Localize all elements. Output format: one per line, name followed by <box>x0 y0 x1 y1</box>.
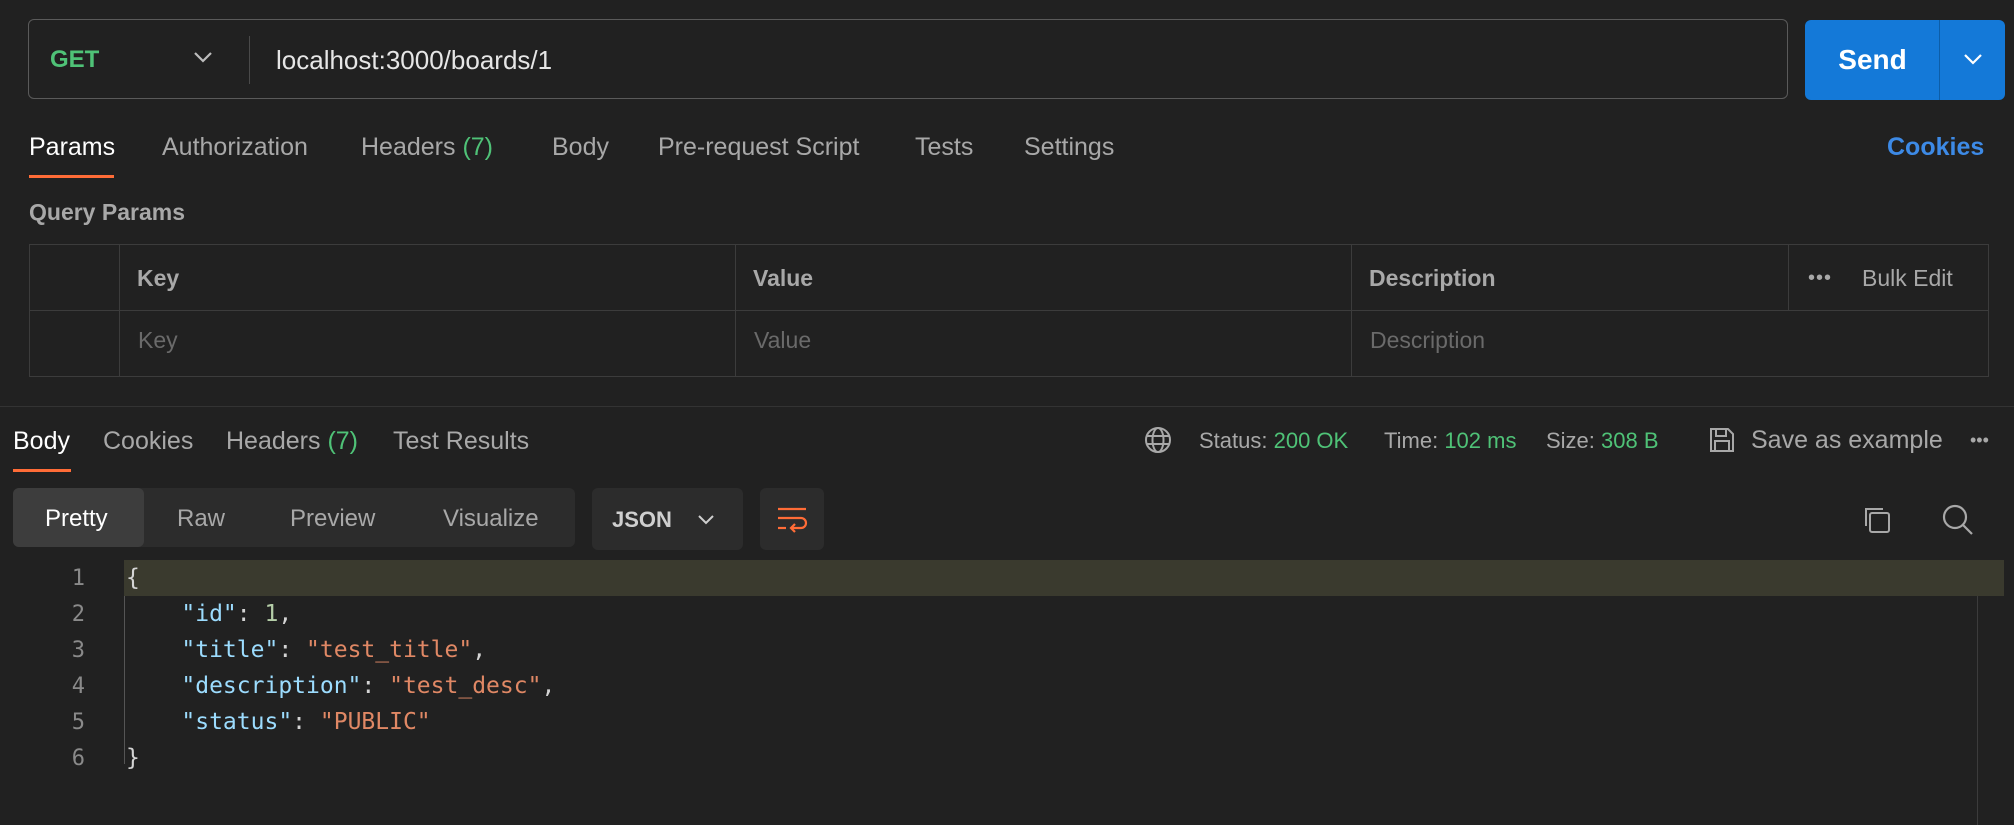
response-tab-headers[interactable]: Headers (7) <box>226 427 358 456</box>
table-divider <box>735 244 736 377</box>
pane-divider[interactable] <box>0 406 2014 407</box>
column-header-value: Value <box>753 265 814 291</box>
more-options-icon[interactable]: ••• <box>1970 430 1989 451</box>
editor-scrollbar[interactable] <box>1977 596 1978 825</box>
status-readout[interactable]: Status: 200 OK <box>1199 428 1348 454</box>
search-icon[interactable] <box>1941 503 1975 537</box>
response-tab-body[interactable]: Body <box>13 427 70 456</box>
more-options-icon[interactable]: ••• <box>1808 267 1832 290</box>
status-value: 200 OK <box>1273 428 1349 453</box>
send-divider <box>1939 20 1940 100</box>
line-number: 1 <box>71 566 85 591</box>
response-tab-test-results[interactable]: Test Results <box>393 427 529 456</box>
code-line[interactable]: } <box>126 745 140 771</box>
column-header-description: Description <box>1369 265 1496 291</box>
tab-tests[interactable]: Tests <box>915 133 973 162</box>
column-header-key: Key <box>137 265 180 291</box>
save-icon[interactable] <box>1707 425 1737 455</box>
save-as-example-button[interactable]: Save as example <box>1751 426 1943 455</box>
size-value: 308 B <box>1601 428 1659 453</box>
json-comma: , <box>472 637 487 663</box>
tab-authorization[interactable]: Authorization <box>162 133 308 162</box>
chevron-down-icon[interactable] <box>192 50 214 64</box>
table-divider <box>119 244 120 377</box>
view-pretty-button[interactable]: Pretty <box>45 505 108 533</box>
status-label: Status: <box>1199 428 1268 453</box>
code-line[interactable]: "id": 1, <box>126 601 292 627</box>
size-label: Size: <box>1546 428 1595 453</box>
view-visualize-button[interactable]: Visualize <box>443 505 539 533</box>
send-button[interactable]: Send <box>1805 20 1940 100</box>
json-key: "id" <box>181 601 237 627</box>
response-tab-headers-label: Headers <box>226 427 321 455</box>
json-value: "PUBLIC" <box>319 709 431 735</box>
headers-count-badge: (7) <box>462 133 494 161</box>
table-divider <box>1351 244 1352 377</box>
json-key: "status" <box>181 709 293 735</box>
format-label: JSON <box>612 507 672 532</box>
url-divider <box>249 36 250 84</box>
tab-body[interactable]: Body <box>552 133 609 162</box>
code-line[interactable]: "description": "test_desc", <box>126 673 555 699</box>
time-value: 102 ms <box>1444 428 1517 453</box>
description-input[interactable]: Description <box>1370 327 1485 354</box>
tab-headers-label: Headers <box>361 133 456 161</box>
line-number: 3 <box>71 638 85 663</box>
line-number: 6 <box>71 746 85 771</box>
json-value: "test_desc" <box>389 673 542 699</box>
json-comma: , <box>541 673 556 699</box>
view-preview-button[interactable]: Preview <box>290 505 375 533</box>
tab-headers[interactable]: Headers (7) <box>361 133 493 162</box>
indent-guide <box>124 596 125 764</box>
copy-icon[interactable] <box>1861 504 1893 536</box>
send-options-chevron-icon[interactable] <box>1962 52 1984 66</box>
response-tab-cookies[interactable]: Cookies <box>103 427 193 456</box>
method-select[interactable]: GET <box>50 46 99 74</box>
code-line[interactable]: "title": "test_title", <box>126 637 486 663</box>
url-input[interactable]: localhost:3000/boards/1 <box>276 45 552 76</box>
wrap-lines-icon <box>778 507 808 533</box>
current-line-highlight <box>124 560 2004 596</box>
chevron-down-icon <box>698 515 714 525</box>
tab-pre-request-script[interactable]: Pre-request Script <box>658 133 859 162</box>
key-input[interactable]: Key <box>138 327 178 354</box>
json-key: "title" <box>181 637 279 663</box>
value-input[interactable]: Value <box>754 327 811 354</box>
active-tab-indicator <box>13 469 71 472</box>
time-readout[interactable]: Time: 102 ms <box>1384 428 1516 454</box>
cookies-link[interactable]: Cookies <box>1887 133 1984 162</box>
json-value: "test_title" <box>306 637 473 663</box>
line-number: 2 <box>71 602 85 627</box>
globe-icon[interactable] <box>1143 425 1173 455</box>
code-line[interactable]: { <box>126 565 140 591</box>
table-divider <box>29 310 1989 311</box>
json-comma: , <box>278 601 293 627</box>
active-tab-indicator <box>29 175 114 178</box>
query-params-title: Query Params <box>29 199 185 225</box>
response-headers-count-badge: (7) <box>327 427 359 455</box>
json-key: "description" <box>181 673 362 699</box>
json-value: 1 <box>264 601 279 627</box>
line-number: 4 <box>71 674 85 699</box>
size-readout[interactable]: Size: 308 B <box>1546 428 1659 454</box>
time-label: Time: <box>1384 428 1439 453</box>
view-raw-button[interactable]: Raw <box>177 505 225 533</box>
tab-params[interactable]: Params <box>29 133 115 162</box>
code-line[interactable]: "status": "PUBLIC" <box>126 709 431 735</box>
bulk-edit-button[interactable]: Bulk Edit <box>1862 265 1953 292</box>
line-number: 5 <box>71 710 85 735</box>
tab-settings[interactable]: Settings <box>1024 133 1114 162</box>
table-divider <box>1788 244 1789 310</box>
